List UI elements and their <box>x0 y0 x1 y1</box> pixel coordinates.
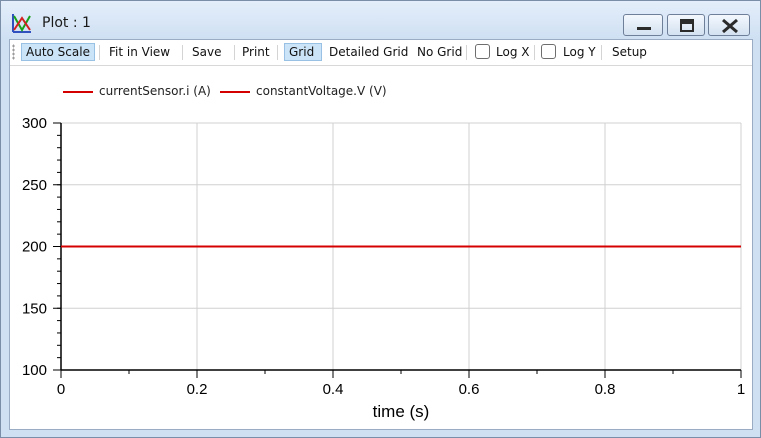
x-axis-title: time (s) <box>373 402 430 421</box>
x-tick-label: 1 <box>737 381 745 398</box>
maximize-icon <box>680 19 694 32</box>
title-bar[interactable]: Plot : 1 <box>1 1 760 39</box>
y-tick-label: 250 <box>22 177 47 194</box>
close-icon <box>722 18 738 34</box>
plot-canvas[interactable]: 0 0.2 0.4 0.6 0.8 1 100 150 200 250 300 time (s) <box>10 40 752 429</box>
plot-app-icon <box>12 14 31 33</box>
minimize-button[interactable] <box>623 14 663 36</box>
maximize-button[interactable] <box>667 14 705 36</box>
plot-window: Plot : 1 Auto Scale Fit in View Save Pri… <box>0 0 761 438</box>
x-tick-label: 0.4 <box>323 381 344 398</box>
y-tick-label: 300 <box>22 115 47 132</box>
y-tick-label: 100 <box>22 362 47 379</box>
minimize-icon <box>637 27 651 30</box>
x-tick-label: 0 <box>57 381 65 398</box>
close-button[interactable] <box>708 14 750 36</box>
window-title: Plot : 1 <box>42 15 91 31</box>
x-tick-label: 0.6 <box>459 381 480 398</box>
y-tick-label: 150 <box>22 300 47 317</box>
x-tick-label: 0.8 <box>595 381 616 398</box>
x-tick-label: 0.2 <box>187 381 208 398</box>
y-tick-label: 200 <box>22 239 47 256</box>
plot-area: Auto Scale Fit in View Save Print Grid D… <box>9 39 753 430</box>
